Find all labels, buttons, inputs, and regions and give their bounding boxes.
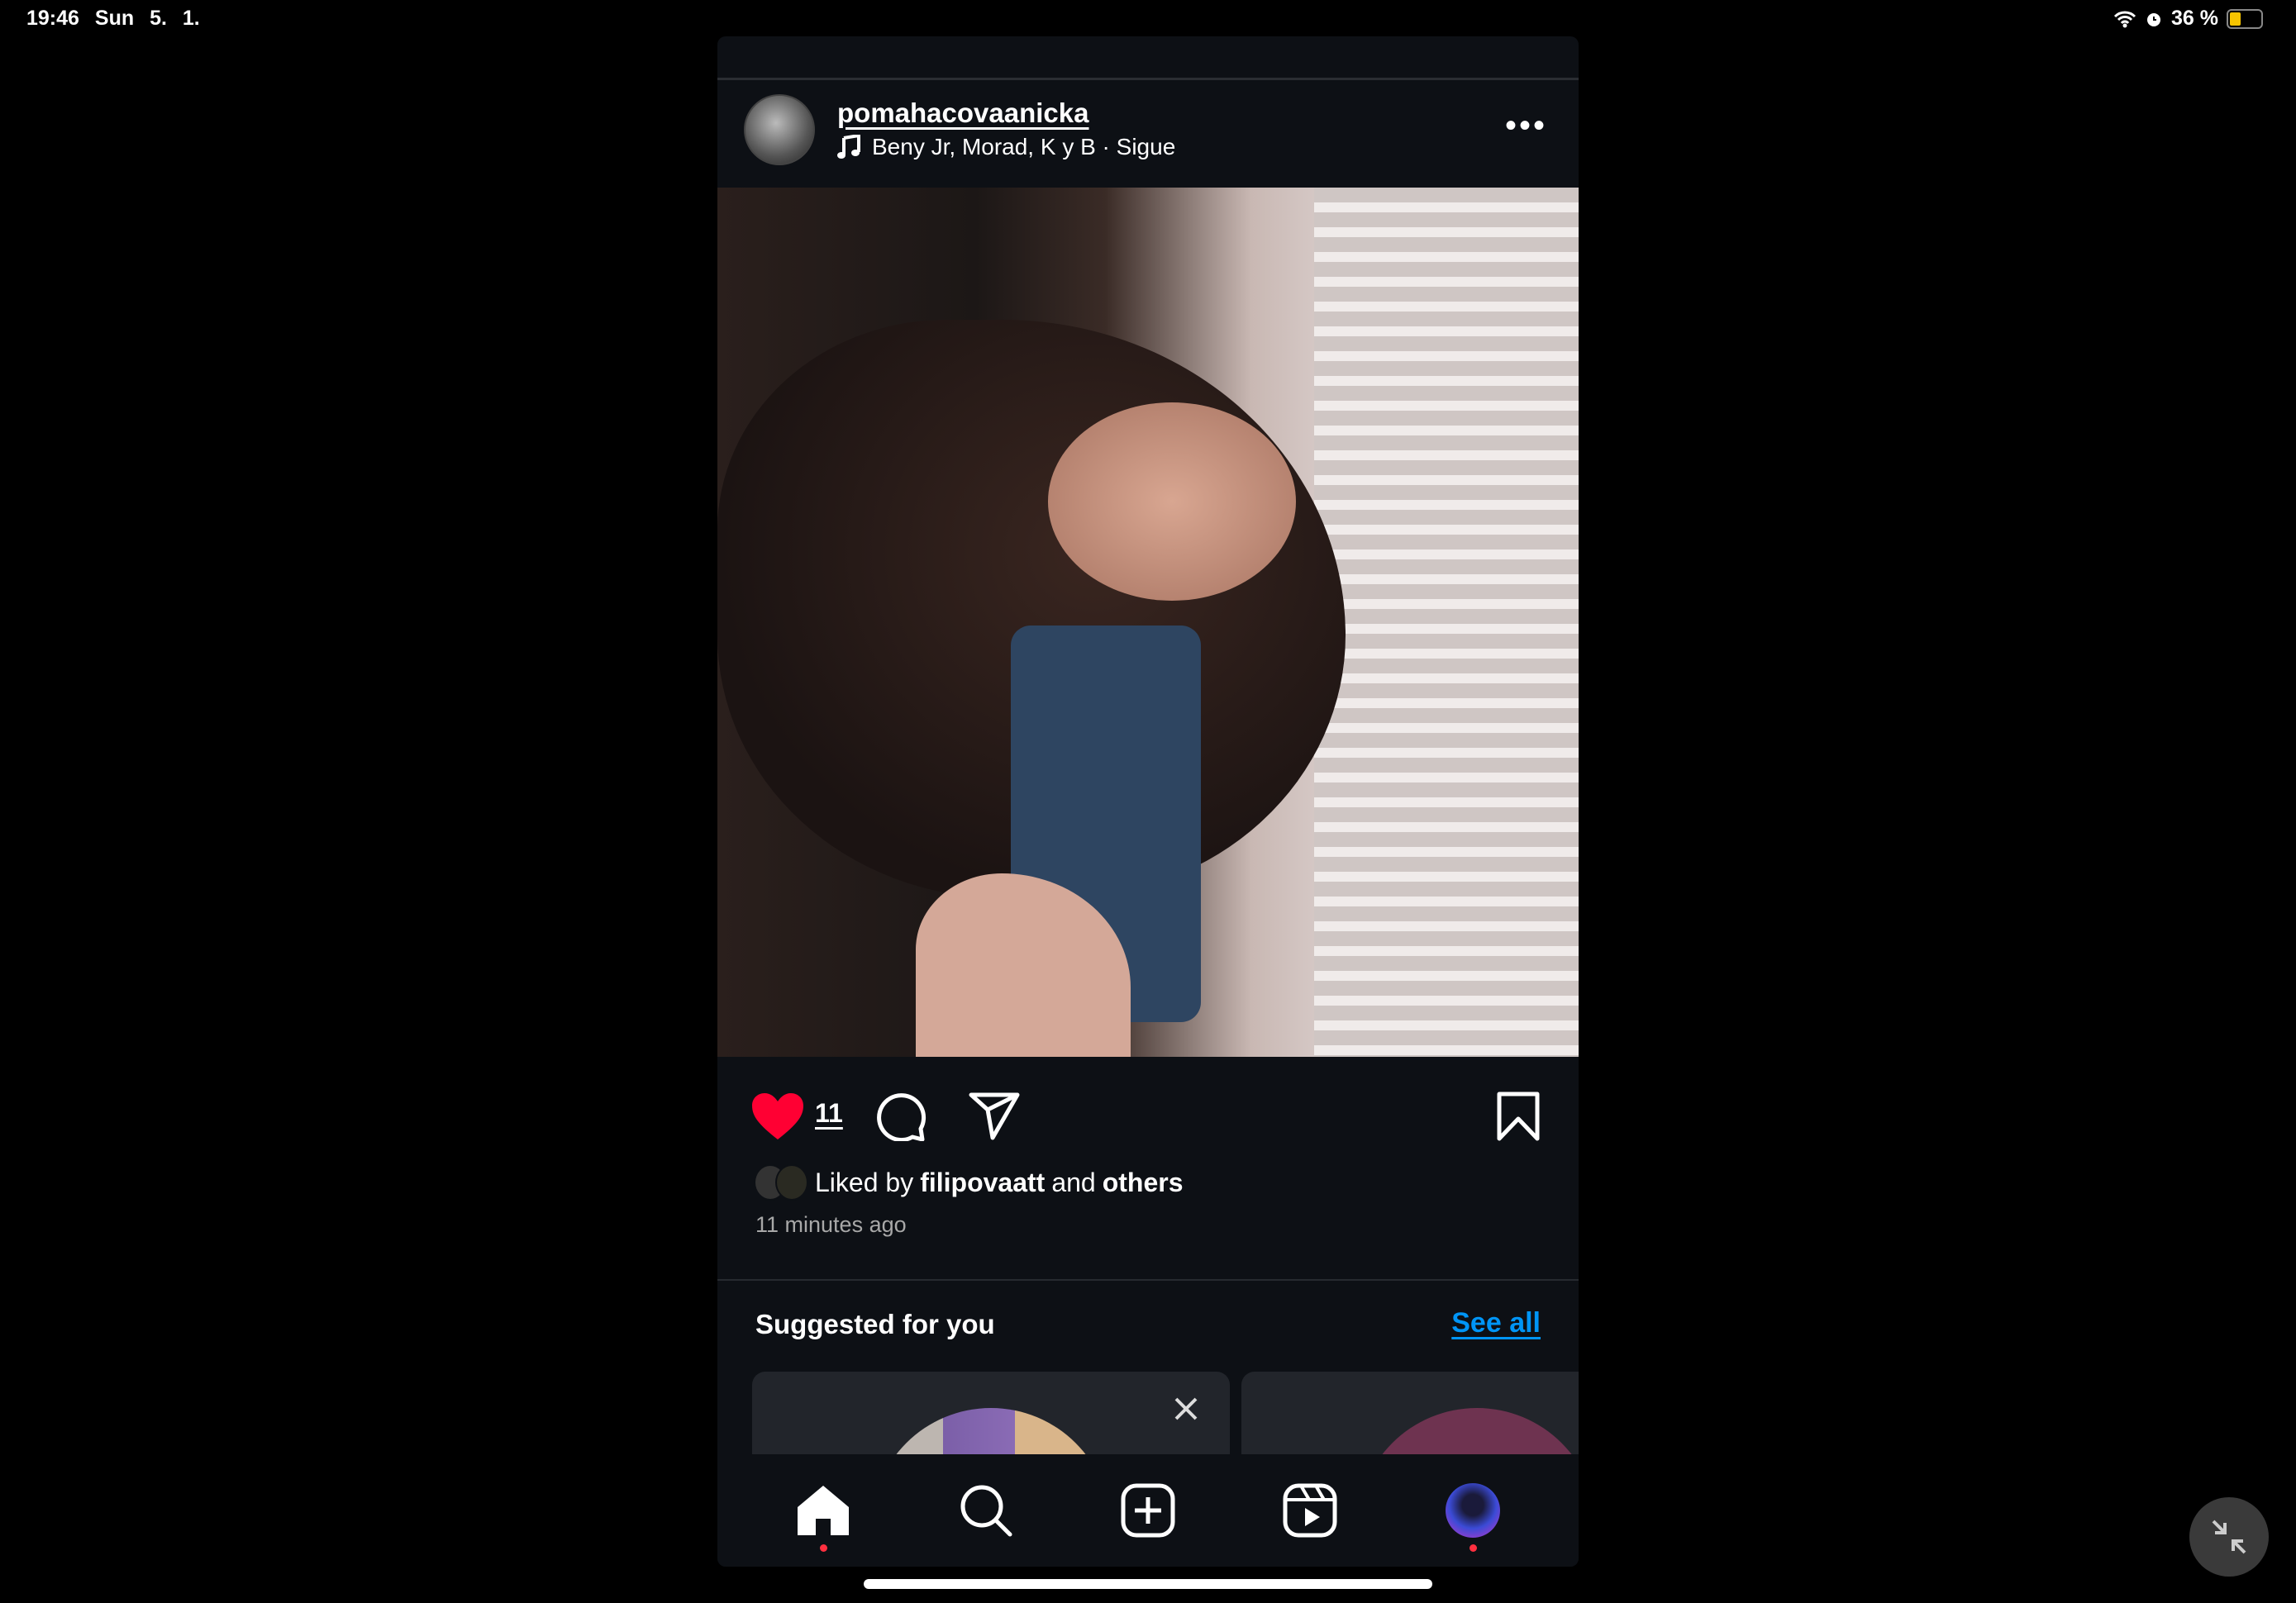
reels-icon [1283, 1483, 1337, 1538]
likes-count[interactable]: 11 [815, 1098, 843, 1129]
liker-avatar [775, 1164, 808, 1201]
status-bar-time-date: 19:46 Sun 5. 1. [26, 7, 200, 31]
bookmark-icon[interactable] [1496, 1092, 1541, 1141]
home-icon [798, 1486, 850, 1535]
see-all-link[interactable]: See all [1451, 1307, 1541, 1339]
background-window [1314, 188, 1579, 1057]
minimize-button[interactable] [2189, 1497, 2269, 1577]
liked-by[interactable]: Liked by filipovaatt and others [754, 1164, 1184, 1201]
liked-prefix: Liked by [815, 1167, 914, 1197]
username-link[interactable]: pomahacovaanicka [837, 98, 1088, 129]
user-avatar[interactable] [744, 94, 815, 165]
post-video[interactable] [717, 188, 1579, 1057]
notification-dot [820, 1544, 828, 1552]
post-timestamp: 11 minutes ago [755, 1212, 907, 1237]
divider [717, 1279, 1579, 1281]
close-icon[interactable] [1174, 1396, 1198, 1421]
post-actions: 11 [717, 1082, 1579, 1148]
music-note-icon [837, 135, 860, 159]
post-card: pomahacovaanicka Beny Jr, Morad, K y B ·… [717, 36, 1579, 1567]
search-icon [960, 1485, 1012, 1537]
clock: 19:46 [26, 7, 79, 30]
audio-label: Beny Jr, Morad, K y B · Sigue [872, 134, 1176, 159]
share-icon[interactable] [969, 1092, 1020, 1141]
battery-icon [2227, 8, 2263, 29]
liked-user[interactable]: filipovaatt [920, 1168, 1045, 1198]
profile-avatar [1445, 1483, 1500, 1538]
nav-home[interactable] [790, 1477, 856, 1552]
nav-create[interactable] [1115, 1477, 1181, 1544]
liked-others[interactable]: others [1103, 1168, 1184, 1198]
post-header: pomahacovaanicka Beny Jr, Morad, K y B ·… [717, 83, 1579, 190]
suggested-title: Suggested for you [755, 1309, 995, 1339]
alarm-icon [2147, 12, 2161, 26]
photo-face [1048, 402, 1296, 601]
top-bar [717, 36, 1579, 80]
liked-and: and [1051, 1167, 1096, 1197]
more-options-icon[interactable]: ••• [1505, 109, 1547, 142]
heart-icon[interactable] [750, 1092, 805, 1141]
wifi-icon [2113, 11, 2136, 27]
minimize-arrows-icon [2212, 1520, 2246, 1554]
status-bar-right: 36 % [2113, 7, 2263, 31]
home-indicator[interactable] [864, 1579, 1432, 1589]
date: Sun 5. 1. [94, 7, 200, 30]
nav-profile[interactable] [1440, 1477, 1506, 1552]
comment-icon[interactable] [876, 1092, 927, 1141]
battery-percent: 36 % [2171, 7, 2218, 30]
nav-reels[interactable] [1277, 1477, 1343, 1544]
create-icon [1121, 1483, 1175, 1538]
audio-link[interactable]: Beny Jr, Morad, K y B · Sigue [837, 134, 1175, 160]
bottom-nav [717, 1454, 1579, 1567]
nav-search[interactable] [953, 1477, 1019, 1544]
notification-dot [1469, 1544, 1477, 1552]
